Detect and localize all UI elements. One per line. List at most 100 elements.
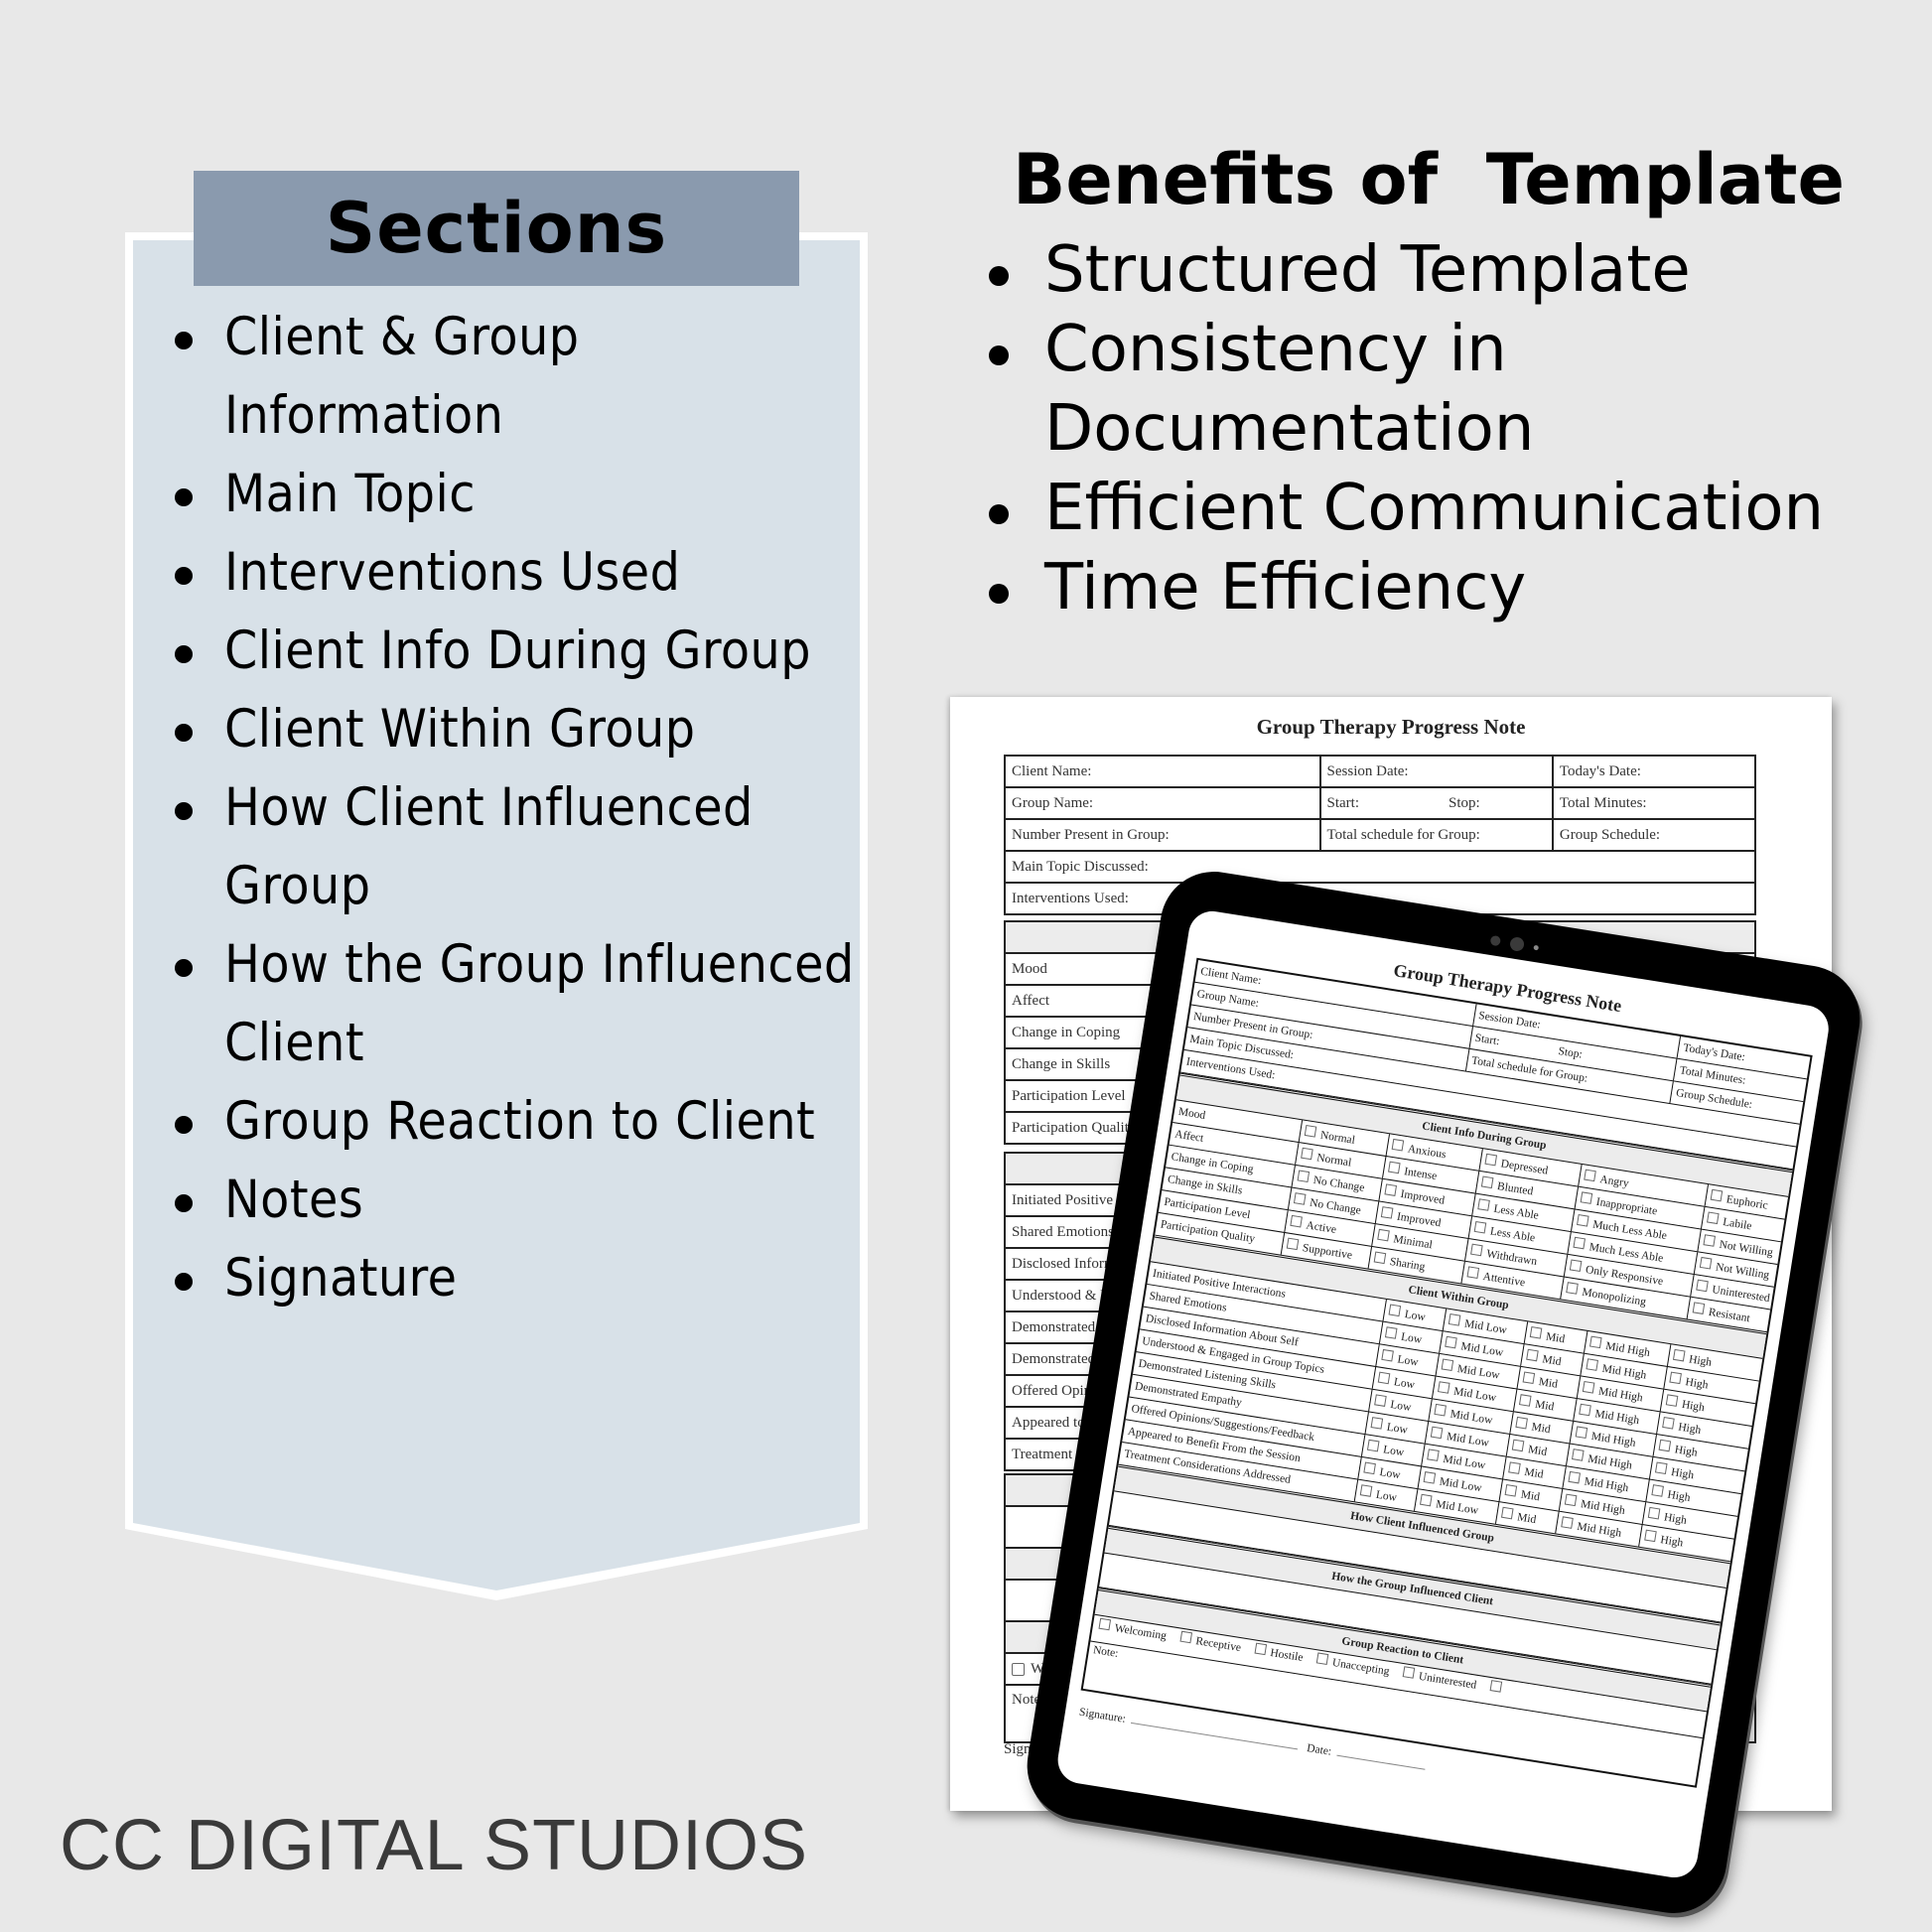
checkbox-icon[interactable] bbox=[1572, 1449, 1585, 1461]
checkbox-icon[interactable] bbox=[1098, 1617, 1112, 1631]
checkbox-icon[interactable] bbox=[1654, 1461, 1668, 1475]
checkbox-option[interactable]: Normal bbox=[1301, 1147, 1353, 1170]
checkbox-icon[interactable] bbox=[1290, 1214, 1303, 1228]
checkbox-icon[interactable] bbox=[1575, 1426, 1588, 1440]
checkbox-icon[interactable] bbox=[1699, 1256, 1713, 1270]
checkbox-icon[interactable] bbox=[1391, 1138, 1405, 1152]
checkbox-icon[interactable] bbox=[1254, 1642, 1267, 1656]
checkbox-icon[interactable] bbox=[1388, 1161, 1401, 1174]
checkbox-icon[interactable] bbox=[1573, 1236, 1587, 1250]
checkbox-icon[interactable] bbox=[1662, 1417, 1675, 1430]
checkbox-icon[interactable] bbox=[1473, 1220, 1487, 1234]
checkbox-option[interactable]: Low bbox=[1381, 1348, 1420, 1369]
checkbox-icon[interactable] bbox=[1388, 1304, 1402, 1317]
checkbox-option[interactable]: Mid bbox=[1522, 1371, 1559, 1391]
checkbox-icon[interactable] bbox=[1508, 1461, 1521, 1474]
checkbox-icon[interactable] bbox=[1568, 1470, 1582, 1484]
checkbox-icon[interactable] bbox=[1315, 1652, 1329, 1666]
checkbox-option[interactable]: Low bbox=[1384, 1326, 1423, 1346]
checkbox-icon[interactable] bbox=[1377, 1228, 1390, 1242]
checkbox-option[interactable]: High bbox=[1644, 1529, 1685, 1550]
checkbox-icon[interactable] bbox=[1301, 1147, 1313, 1161]
checkbox-option[interactable] bbox=[1488, 1680, 1507, 1704]
checkbox-option[interactable]: Angry bbox=[1584, 1169, 1630, 1190]
checkbox-icon[interactable] bbox=[1584, 1169, 1596, 1182]
checkbox-icon[interactable] bbox=[1384, 1326, 1398, 1339]
checkbox-icon[interactable] bbox=[1582, 1381, 1595, 1394]
checkbox-icon[interactable] bbox=[1423, 1471, 1437, 1484]
checkbox-icon[interactable] bbox=[1374, 1394, 1387, 1407]
checkbox-icon[interactable] bbox=[1564, 1493, 1578, 1507]
checkbox-icon[interactable] bbox=[1500, 1506, 1514, 1520]
checkbox-option[interactable]: Low bbox=[1388, 1304, 1427, 1323]
checkbox-icon[interactable] bbox=[1363, 1461, 1376, 1475]
checkbox-option[interactable]: High bbox=[1665, 1394, 1706, 1414]
checkbox-icon[interactable] bbox=[1692, 1302, 1706, 1314]
checkbox-icon[interactable] bbox=[1297, 1170, 1311, 1183]
checkbox-icon[interactable] bbox=[1489, 1680, 1502, 1693]
checkbox-option[interactable]: High bbox=[1654, 1461, 1696, 1481]
checkbox-icon[interactable] bbox=[1434, 1403, 1447, 1417]
checkbox-option[interactable]: Mid bbox=[1504, 1484, 1541, 1503]
checkbox-icon[interactable] bbox=[1370, 1417, 1384, 1430]
checkbox-option[interactable]: Mid bbox=[1508, 1461, 1545, 1481]
checkbox-option[interactable]: Anxious bbox=[1391, 1138, 1447, 1161]
checkbox-icon[interactable] bbox=[1448, 1313, 1461, 1326]
checkbox-icon[interactable] bbox=[1669, 1371, 1682, 1385]
checkbox-icon[interactable] bbox=[1529, 1326, 1543, 1339]
checkbox-icon[interactable] bbox=[1480, 1175, 1494, 1189]
checkbox-icon[interactable] bbox=[1380, 1206, 1394, 1219]
checkbox-icon[interactable] bbox=[1511, 1439, 1525, 1452]
checkbox-icon[interactable] bbox=[1504, 1484, 1518, 1497]
checkbox-icon[interactable] bbox=[1427, 1449, 1440, 1461]
checkbox-icon[interactable] bbox=[1304, 1125, 1317, 1138]
checkbox-icon[interactable] bbox=[1672, 1348, 1686, 1362]
checkbox-icon[interactable] bbox=[1651, 1484, 1664, 1497]
checkbox-icon[interactable] bbox=[1402, 1666, 1416, 1679]
checkbox-icon[interactable] bbox=[1644, 1529, 1657, 1543]
checkbox-icon[interactable] bbox=[1522, 1371, 1536, 1385]
checkbox-icon[interactable] bbox=[1384, 1183, 1398, 1196]
checkbox-option[interactable]: Mid bbox=[1518, 1394, 1556, 1414]
checkbox-icon[interactable] bbox=[1477, 1198, 1490, 1211]
checkbox-icon[interactable] bbox=[1579, 1403, 1591, 1417]
checkbox-icon[interactable] bbox=[1703, 1234, 1717, 1247]
checkbox-option[interactable]: Low bbox=[1370, 1417, 1409, 1437]
checkbox-option[interactable]: High bbox=[1662, 1417, 1703, 1437]
checkbox-icon[interactable] bbox=[1518, 1394, 1532, 1407]
checkbox-icon[interactable] bbox=[1466, 1266, 1480, 1279]
checkbox-option[interactable]: Mid bbox=[1500, 1506, 1538, 1526]
checkbox-option[interactable]: Active bbox=[1290, 1214, 1337, 1236]
checkbox-icon[interactable] bbox=[1373, 1251, 1387, 1265]
checkbox-icon[interactable] bbox=[1359, 1484, 1373, 1497]
checkbox-option[interactable]: Mid bbox=[1526, 1348, 1563, 1368]
checkbox-option[interactable]: Low bbox=[1366, 1439, 1405, 1458]
checkbox-icon[interactable] bbox=[1696, 1279, 1709, 1293]
checkbox-option[interactable]: Normal bbox=[1304, 1125, 1356, 1147]
checkbox-icon[interactable] bbox=[1647, 1506, 1661, 1520]
checkbox-icon[interactable] bbox=[1381, 1348, 1394, 1362]
checkbox-icon[interactable] bbox=[1665, 1394, 1679, 1407]
checkbox-option[interactable]: Labile bbox=[1707, 1211, 1753, 1232]
checkbox-option[interactable]: Minimal bbox=[1377, 1228, 1434, 1251]
checkbox-icon[interactable] bbox=[1580, 1191, 1593, 1204]
checkbox-option[interactable]: High bbox=[1651, 1484, 1692, 1504]
checkbox-option[interactable]: High bbox=[1658, 1439, 1699, 1459]
checkbox-icon[interactable] bbox=[1707, 1211, 1720, 1225]
checkbox-option[interactable]: Intense bbox=[1388, 1161, 1439, 1182]
checkbox-option[interactable]: Mid bbox=[1529, 1326, 1566, 1345]
checkbox-option[interactable]: High bbox=[1669, 1371, 1710, 1392]
checkbox-icon[interactable] bbox=[1569, 1259, 1583, 1273]
checkbox-option[interactable]: Low bbox=[1359, 1484, 1398, 1504]
checkbox-icon[interactable] bbox=[1420, 1493, 1433, 1507]
checkbox-icon[interactable] bbox=[1437, 1381, 1450, 1394]
checkbox-icon[interactable] bbox=[1577, 1214, 1589, 1227]
checkbox-icon[interactable] bbox=[1566, 1282, 1579, 1295]
checkbox-icon[interactable] bbox=[1586, 1358, 1599, 1371]
checkbox-icon[interactable] bbox=[1179, 1630, 1192, 1644]
checkbox-icon[interactable] bbox=[1561, 1516, 1574, 1529]
checkbox-icon[interactable] bbox=[1430, 1426, 1444, 1440]
checkbox-icon[interactable] bbox=[1445, 1335, 1457, 1349]
checkbox-icon[interactable] bbox=[1515, 1416, 1528, 1430]
checkbox-icon[interactable] bbox=[1484, 1153, 1498, 1167]
